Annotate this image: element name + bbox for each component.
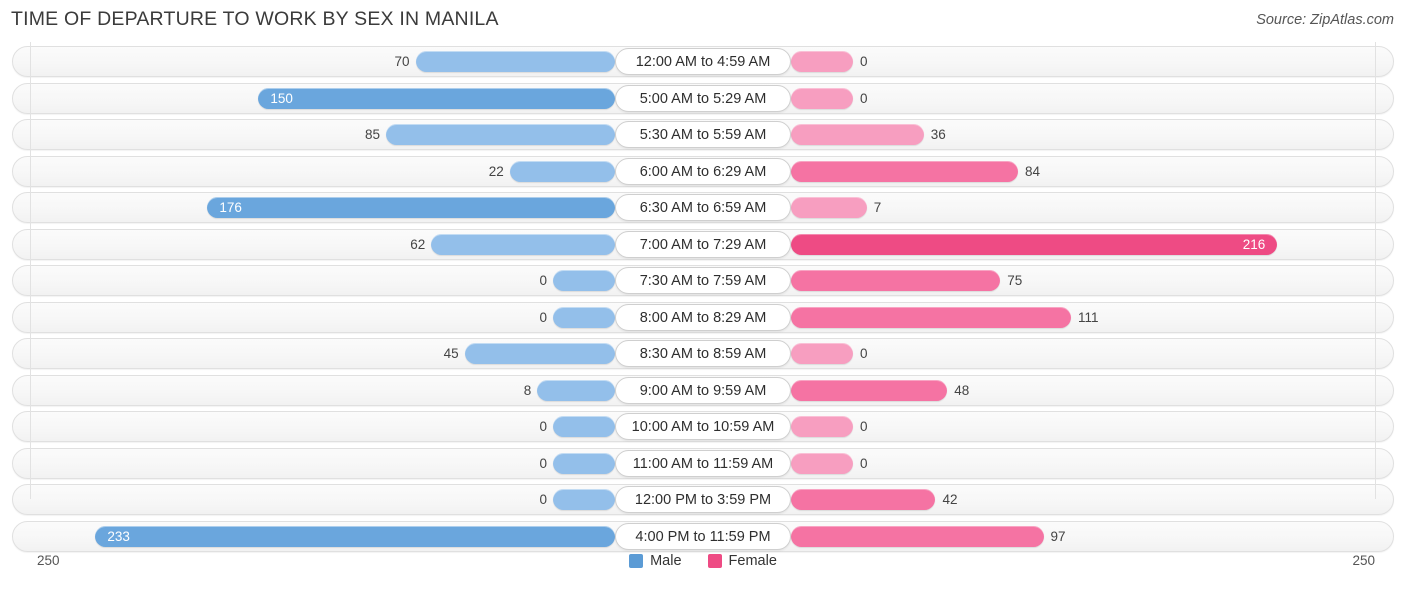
legend-item-female[interactable]: Female [707,553,777,569]
bar-female[interactable] [791,489,936,510]
bar-value-male: 0 [539,309,547,325]
legend-label: Male [650,553,682,569]
bar-value-male: 62 [410,236,426,252]
bar-row-label: 7:30 AM to 7:59 AM [615,267,791,294]
bar-row-label: 5:00 AM to 5:29 AM [615,84,791,112]
bar-value-female: 0 [860,54,868,69]
bar-row-label: 6:00 AM to 6:29 AM [615,157,791,185]
axis-line-left [30,42,31,499]
chart-plot-area: 70 0 12:00 AM to 4:59 AM 150 0 5:00 AM to 5:2… [0,42,1406,552]
bar-male[interactable] [553,489,615,510]
bar-female[interactable] [791,452,853,474]
legend-label: Female [728,553,777,569]
bar-row[interactable]: 0 111 8:00 AM to 8:29 AM [0,301,1406,333]
bar-female[interactable] [791,306,1071,328]
bar-male[interactable] [537,379,615,401]
bar-row[interactable]: 150 0 5:00 AM to 5:29 AM [0,82,1406,114]
bar-female[interactable] [791,124,924,145]
bar-value-male: 150 [270,90,293,106]
bar-row-label: 9:00 AM to 9:59 AM [615,376,791,404]
axis-line-right [1375,42,1376,499]
chart-header: TIME OF DEPARTURE TO WORK BY SEX IN MANI… [0,0,1406,42]
bar-row[interactable]: 0 0 11:00 AM to 11:59 AM [0,447,1406,479]
bar-male[interactable] [553,306,615,328]
legend-item-male[interactable]: Male [629,553,682,569]
bar-row-label: 7:00 AM to 7:29 AM [615,230,791,258]
bar-male[interactable] [207,197,615,218]
bar-row-label: 8:00 AM to 8:29 AM [615,303,791,331]
bar-row[interactable]: 70 0 12:00 AM to 4:59 AM [0,46,1406,77]
bar-value-female: 0 [860,455,868,471]
bar-value-female: 0 [860,419,868,434]
bar-male[interactable] [415,51,615,72]
bar-row[interactable]: 0 0 10:00 AM to 10:59 AM [0,411,1406,442]
bar-row-label: 8:30 AM to 8:59 AM [615,340,791,367]
bar-value-female: 7 [873,200,882,215]
bar-value-female: 84 [1024,163,1040,179]
bar-male[interactable] [386,124,615,145]
legend-swatch-icon [707,554,722,568]
bar-row[interactable]: 45 0 8:30 AM to 8:59 AM [0,338,1406,369]
bar-row-label: 12:00 AM to 4:59 AM [615,48,791,75]
source-attribution: Source: ZipAtlas.com [1256,12,1394,28]
page-title: TIME OF DEPARTURE TO WORK BY SEX IN MANI… [11,8,499,30]
bar-male[interactable] [553,416,615,437]
bar-row-label: 11:00 AM to 11:59 AM [615,449,791,477]
chart-footer: 250 250 Male Female [0,547,1406,587]
bar-value-male: 0 [539,419,547,434]
bar-value-female: 48 [954,382,970,398]
bar-row[interactable]: 176 7 6:30 AM to 6:59 AM [0,192,1406,223]
bar-row-label: 4:00 PM to 11:59 PM [615,522,791,550]
bar-row[interactable]: 85 36 5:30 AM to 5:59 AM [0,119,1406,150]
bar-female[interactable] [791,233,1278,255]
bar-value-female: 42 [942,492,958,507]
bar-row-label: 12:00 PM to 3:59 PM [615,486,791,513]
bar-row-label: 10:00 AM to 10:59 AM [615,413,791,440]
bar-female[interactable] [791,270,1001,291]
bar-female[interactable] [791,197,867,218]
bar-row-list: 70 0 12:00 AM to 4:59 AM 150 0 5:00 AM to 5:2… [0,46,1406,557]
bar-row[interactable]: 0 42 12:00 PM to 3:59 PM [0,484,1406,515]
bar-female[interactable] [791,525,1044,547]
bar-value-female: 36 [930,127,946,142]
bar-row[interactable]: 62 216 7:00 AM to 7:29 AM [0,228,1406,260]
bar-row[interactable]: 0 75 7:30 AM to 7:59 AM [0,265,1406,296]
bar-male[interactable] [95,525,615,547]
bar-male[interactable] [553,452,615,474]
bar-female[interactable] [791,379,948,401]
legend-swatch-icon [629,554,644,568]
bar-value-male: 70 [394,54,410,69]
bar-value-female: 0 [860,90,868,106]
bar-value-male: 22 [488,163,504,179]
bar-row[interactable]: 8 48 9:00 AM to 9:59 AM [0,374,1406,406]
bar-value-female: 0 [860,346,868,361]
bar-value-male: 0 [539,273,547,288]
chart-legend: Male Female [0,553,1406,569]
bar-value-male: 0 [539,492,547,507]
bar-value-male: 85 [365,127,381,142]
bar-value-male: 45 [443,346,459,361]
bar-female[interactable] [791,87,853,109]
bar-value-male: 8 [523,382,532,398]
bar-male[interactable] [258,87,615,109]
bar-value-female: 111 [1078,309,1099,325]
bar-female[interactable] [791,343,853,364]
bar-row[interactable]: 233 97 4:00 PM to 11:59 PM [0,520,1406,552]
bar-female[interactable] [791,416,853,437]
bar-row[interactable]: 22 84 6:00 AM to 6:29 AM [0,155,1406,187]
bar-male[interactable] [464,343,615,364]
bar-row-label: 6:30 AM to 6:59 AM [615,194,791,221]
bar-value-female: 216 [1242,236,1266,252]
bar-value-male: 233 [107,528,130,544]
bar-male[interactable] [553,270,615,291]
bar-row-label: 5:30 AM to 5:59 AM [615,121,791,148]
bar-female[interactable] [791,160,1018,182]
bar-value-male: 0 [539,455,547,471]
bar-male[interactable] [509,160,615,182]
bar-male[interactable] [431,233,615,255]
bar-value-male: 176 [219,200,242,215]
bar-value-female: 97 [1050,528,1066,544]
bar-female[interactable] [791,51,853,72]
bar-value-female: 75 [1007,273,1023,288]
